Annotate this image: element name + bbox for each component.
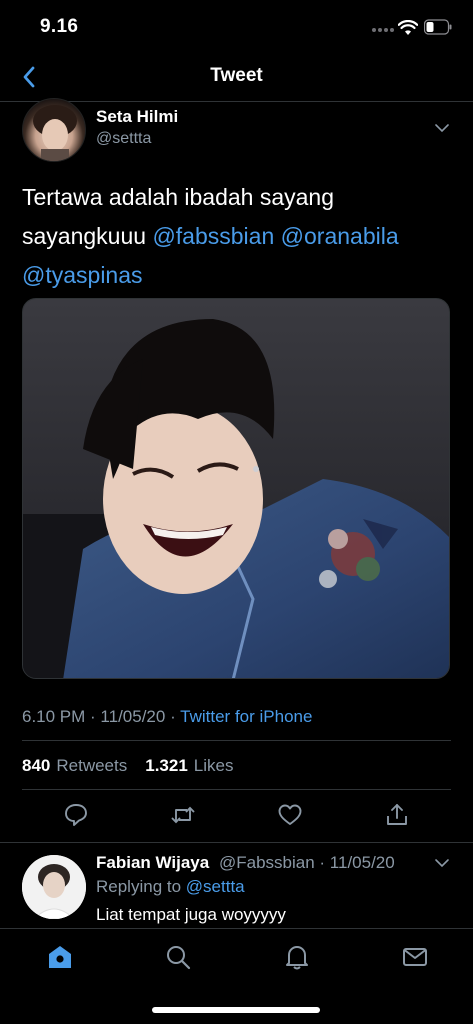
retweet-icon[interactable] [170, 802, 196, 828]
author-photo [33, 105, 77, 161]
signal-icon [372, 28, 394, 32]
mention-link[interactable]: @settta [186, 877, 245, 896]
tweet-text-line: Tertawa adalah ibadah sayang [22, 184, 335, 210]
wifi-icon [398, 20, 418, 35]
tweet-timestamp: 6.10 PM · 11/05/20 · Twitter for iPhone [22, 707, 313, 726]
tweet-date: 11/05/20 [100, 707, 166, 726]
reply-avatar[interactable] [22, 855, 86, 919]
status-time: 9.16 [40, 16, 79, 37]
tweet-time: 6.10 PM [22, 707, 86, 726]
author-avatar[interactable] [22, 98, 86, 162]
mention-link[interactable]: @fabssbian [152, 223, 274, 249]
author-name[interactable]: Seta Hilmi [96, 107, 178, 127]
reply-author-handle[interactable]: @Fabssbian · 11/05/20 [219, 853, 395, 873]
retweets-label[interactable]: Retweets [56, 756, 127, 776]
reply-text: Liat tempat juga woyyyyy [96, 905, 286, 924]
replying-to-label: Replying to [96, 877, 182, 896]
mention-link[interactable]: @oranabila [281, 223, 399, 249]
tweet-source-link[interactable]: Twitter for iPhone [180, 707, 312, 726]
divider [22, 789, 451, 790]
notifications-icon[interactable] [283, 943, 311, 971]
share-icon[interactable] [384, 802, 410, 828]
battery-icon [424, 19, 452, 35]
chevron-down-icon[interactable] [434, 858, 450, 868]
chevron-down-icon[interactable] [434, 123, 450, 133]
retweets-count[interactable]: 840 [22, 756, 50, 776]
tweet-photo[interactable] [22, 298, 450, 679]
tweet-stats: 840 Retweets 1.321 Likes [22, 756, 233, 776]
home-indicator[interactable] [152, 1007, 320, 1013]
likes-label[interactable]: Likes [194, 756, 234, 776]
tweet-text-line: sayangkuuu @fabssbian @oranabila [22, 217, 452, 256]
messages-icon[interactable] [401, 943, 429, 971]
divider [0, 842, 473, 843]
reply-author-name[interactable]: Fabian Wijaya [96, 853, 209, 873]
tweet-detail-screen: 9.16 Tweet Seta Hilmi @settta Tertawa ad… [0, 0, 473, 1024]
reply-icon[interactable] [63, 802, 89, 828]
divider [22, 740, 451, 741]
replying-to: Replying to @settta [96, 877, 245, 897]
author-handle[interactable]: @settta [96, 130, 151, 148]
tweet-text-fragment: sayangkuuu [22, 223, 153, 249]
tweet-text: Tertawa adalah ibadah sayang sayangkuuu … [22, 178, 452, 295]
status-bar: 9.16 [0, 0, 473, 56]
navigation-bar: Tweet [0, 56, 473, 102]
search-icon[interactable] [164, 943, 192, 971]
page-title: Tweet [210, 65, 263, 86]
home-icon[interactable] [46, 943, 74, 971]
mention-link[interactable]: @tyaspinas [22, 262, 143, 288]
like-icon[interactable] [277, 802, 303, 828]
laughing-person-photo [23, 299, 449, 678]
likes-count[interactable]: 1.321 [145, 756, 188, 776]
reply-author-photo [22, 855, 86, 919]
tweet-text-line: @tyaspinas [22, 256, 452, 295]
